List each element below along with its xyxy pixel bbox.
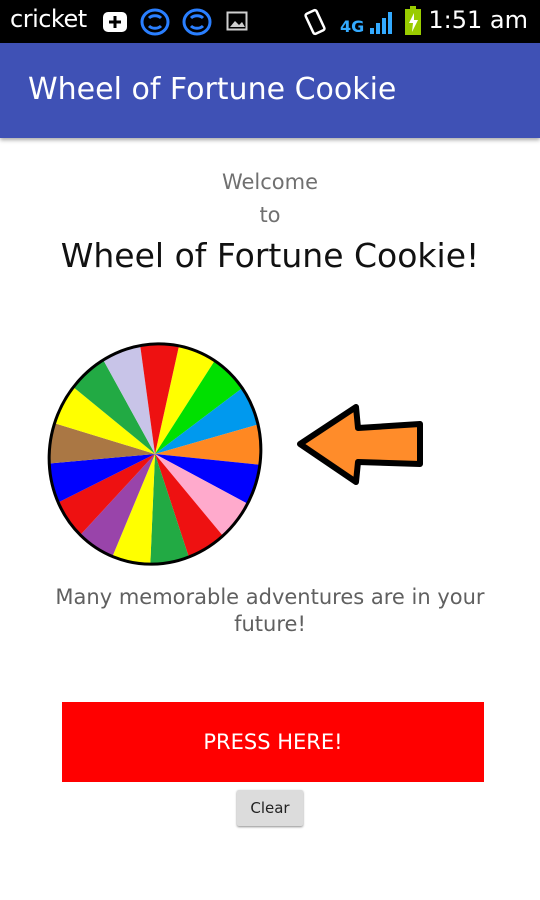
vibrate-icon xyxy=(302,8,328,40)
app-title: Wheel of Fortune Cookie xyxy=(28,72,397,107)
image-icon xyxy=(226,11,248,35)
page-title: Wheel of Fortune Cookie! xyxy=(60,236,480,275)
fortune-wheel[interactable] xyxy=(40,338,270,570)
status-bar: cricket 4G 1:51 am xyxy=(0,0,540,43)
carrier-label: cricket xyxy=(10,5,87,33)
welcome-text: Welcome xyxy=(221,170,319,194)
network-type-label: 4G xyxy=(340,17,364,36)
signal-icon: 4G xyxy=(340,6,400,40)
fortune-text: Many memorable adventures are in your fu… xyxy=(55,585,485,636)
clear-button[interactable]: Clear xyxy=(237,790,303,826)
press-here-button[interactable]: PRESS HERE! xyxy=(62,702,484,782)
pointer-arrow-icon xyxy=(297,404,423,485)
sync-icon xyxy=(182,8,212,40)
welcome-to-text: to xyxy=(259,203,281,227)
sync-icon xyxy=(140,8,170,40)
app-bar: Wheel of Fortune Cookie xyxy=(0,43,540,138)
battery-charging-icon xyxy=(404,6,422,40)
clock: 1:51 am xyxy=(428,6,528,34)
plus-badge-icon xyxy=(102,11,128,37)
